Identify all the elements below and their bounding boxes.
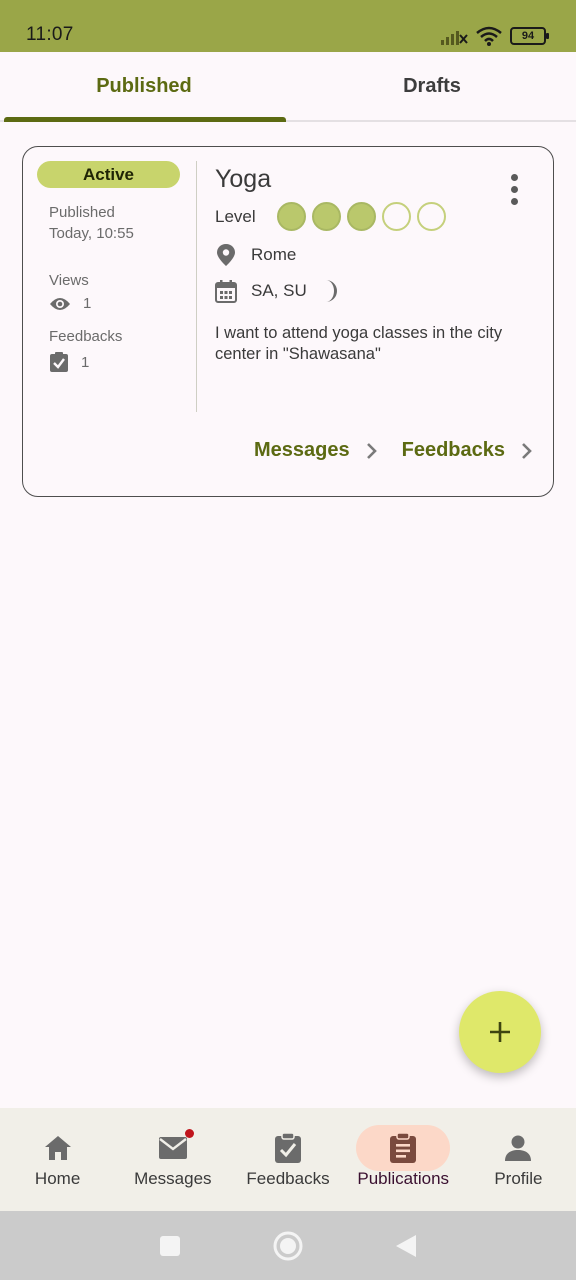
nav-label-feedbacks: Feedbacks: [246, 1169, 330, 1188]
battery-icon: 94: [510, 27, 549, 45]
feedbacks-link[interactable]: Feedbacks: [402, 439, 533, 462]
feedbacks-row: 1: [49, 351, 196, 373]
nav-label-publications: Publications: [357, 1169, 450, 1188]
person-icon: [505, 1135, 532, 1161]
moon-icon: [325, 280, 337, 302]
nav-label-messages: Messages: [134, 1169, 212, 1188]
status-icons: 94: [440, 26, 549, 46]
feedbacks-label: Feedbacks: [49, 328, 123, 345]
system-navigation-bar: [0, 1211, 576, 1280]
add-publication-button[interactable]: [459, 991, 541, 1073]
clipboard-check-icon: [50, 352, 68, 372]
messages-link[interactable]: Messages: [254, 439, 378, 462]
mail-icon: [158, 1137, 187, 1159]
views-count: 1: [83, 295, 92, 312]
publication-title: Yoga: [215, 165, 272, 193]
signal-icon: [441, 31, 468, 45]
level-label: Level: [215, 206, 256, 226]
level-dot-filled: [312, 202, 341, 231]
feedbacks-count: 1: [81, 353, 90, 371]
level-dot-empty: [382, 202, 411, 231]
tab-published[interactable]: Published: [0, 52, 288, 122]
recents-square-icon[interactable]: [158, 1234, 182, 1258]
clipboard-check-icon: [275, 1132, 301, 1163]
nav-item-messages[interactable]: Messages: [115, 1108, 230, 1211]
tab-bar: Published Drafts: [0, 52, 576, 122]
publication-description: I want to attend yoga classes in the cit…: [215, 324, 503, 363]
location-text: Rome: [251, 245, 297, 264]
eye-icon: [50, 297, 70, 310]
location-pin-icon: [217, 244, 235, 266]
home-circle-icon[interactable]: [272, 1230, 304, 1262]
clipboard-text-icon: [390, 1132, 417, 1163]
home-icon: [44, 1136, 71, 1160]
wifi-icon: [476, 26, 502, 46]
location-row: Rome: [215, 241, 535, 269]
more-options-icon[interactable]: [499, 169, 529, 209]
level-dot-empty: [417, 202, 446, 231]
nav-label-home: Home: [34, 1169, 81, 1188]
card-meta: Active Published Today, 10:55 Views 1 Fe…: [37, 161, 197, 412]
card-content: Yoga Level Rome SA, SU I want to attend …: [215, 161, 535, 365]
schedule-row: SA, SU: [215, 277, 535, 305]
calendar-icon: [215, 280, 237, 303]
plus-icon: [490, 1022, 510, 1042]
chevron-right-icon: [366, 442, 377, 459]
status-time: 11:07: [26, 24, 74, 45]
status-badge: Active: [37, 161, 180, 188]
nav-item-home[interactable]: Home: [0, 1108, 115, 1211]
level-row: Level: [215, 202, 535, 231]
views-label: Views: [49, 272, 89, 289]
messages-link-label: Messages: [253, 439, 350, 461]
publication-card[interactable]: Active Published Today, 10:55 Views 1 Fe…: [22, 146, 554, 497]
schedule-days: SA, SU: [251, 281, 307, 300]
back-triangle-icon[interactable]: [394, 1233, 418, 1259]
bottom-navigation: Home Messages Feedbacks Publications Pro…: [0, 1108, 576, 1211]
nav-item-publications[interactable]: Publications: [346, 1108, 461, 1211]
published-label: Published: [49, 204, 115, 221]
tab-drafts[interactable]: Drafts: [288, 52, 576, 120]
card-actions: Messages Feedbacks: [254, 439, 533, 462]
level-dot-filled: [277, 202, 306, 231]
feedbacks-link-label: Feedbacks: [401, 439, 505, 461]
battery-level: 94: [521, 30, 535, 42]
level-indicator: [277, 202, 446, 231]
published-value: Today, 10:55: [49, 225, 134, 242]
status-bar: 11:07 94: [0, 0, 576, 52]
chevron-right-icon: [522, 442, 532, 459]
notification-dot: [184, 1129, 194, 1138]
nav-item-feedbacks[interactable]: Feedbacks: [230, 1108, 345, 1211]
views-row: 1: [49, 295, 196, 312]
nav-label-profile: Profile: [494, 1169, 543, 1188]
level-dot-filled: [347, 202, 376, 231]
nav-item-profile[interactable]: Profile: [461, 1108, 576, 1211]
